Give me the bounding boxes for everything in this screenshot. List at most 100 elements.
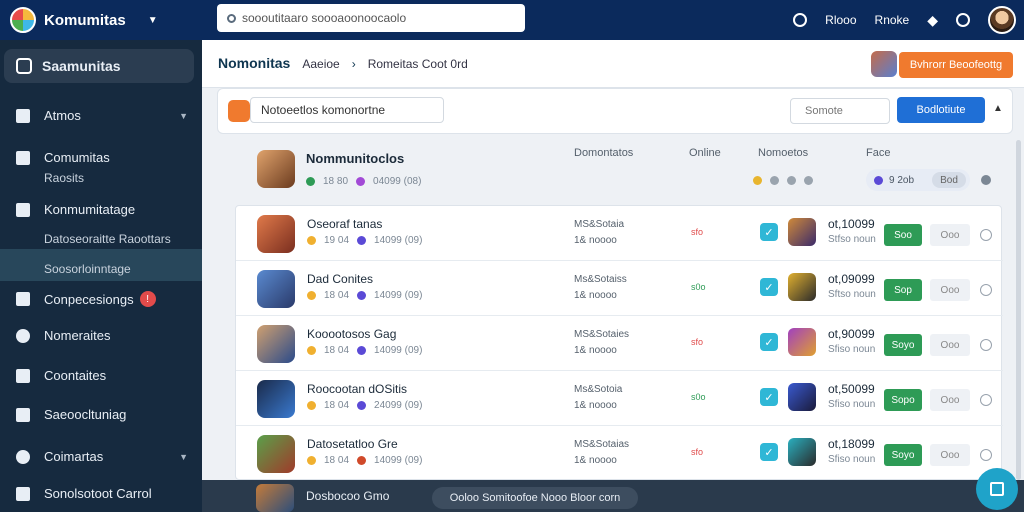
info-icon[interactable] bbox=[981, 175, 991, 185]
breadcrumb-item[interactable]: Romeitas Coot 0rd bbox=[368, 57, 468, 71]
coin-icon bbox=[307, 291, 316, 300]
bell-icon[interactable]: ◆ bbox=[927, 12, 938, 29]
settings-icon bbox=[16, 449, 30, 464]
top-link-2[interactable]: Rnoke bbox=[875, 13, 910, 27]
sidebar-item-label: Atmos bbox=[44, 108, 81, 123]
more-button[interactable]: Ooo bbox=[930, 389, 970, 411]
phone-icon bbox=[16, 407, 30, 422]
sort-select[interactable]: Somote bbox=[790, 98, 890, 124]
column-header-game[interactable]: Nommunitoclos bbox=[306, 151, 404, 166]
scrollbar[interactable] bbox=[1016, 140, 1021, 480]
search-input[interactable] bbox=[242, 11, 502, 25]
chevron-down-icon[interactable]: ▼ bbox=[148, 15, 158, 26]
tools-icon bbox=[16, 202, 30, 217]
apply-button[interactable]: Bodlotiute bbox=[897, 97, 985, 123]
sidebar-item-label: Saeoocltuniag bbox=[44, 407, 127, 422]
gem-icon bbox=[874, 175, 883, 185]
row-desc: Ms&Sotaiss 1& noooo bbox=[574, 272, 627, 304]
coin-icon bbox=[307, 456, 316, 465]
more-button[interactable]: Ooo bbox=[930, 224, 970, 246]
info-icon[interactable] bbox=[793, 13, 808, 27]
brand[interactable]: Komumitas ▼ bbox=[0, 7, 200, 33]
info-icon[interactable] bbox=[980, 394, 992, 406]
row-desc-line: 1& noooo bbox=[574, 455, 617, 466]
breadcrumb: Nomonitas Aaeioe › Romeitas Coot 0rd bbox=[218, 55, 468, 71]
header-meta-value: 04099 (08) bbox=[373, 176, 422, 187]
breadcrumb-item[interactable]: Aaeioe bbox=[302, 57, 339, 71]
community-icon bbox=[16, 58, 32, 74]
game-avatar[interactable] bbox=[871, 51, 897, 77]
check-icon[interactable]: ✓ bbox=[760, 388, 778, 406]
sidebar-item-saeoocltuniag[interactable]: Saeoocltuniag bbox=[0, 407, 202, 422]
table-row[interactable]: Roocootan dOSitis 18 04 24099 (09) Ms&Sot… bbox=[236, 371, 1003, 426]
row-online: sfo bbox=[691, 227, 704, 237]
check-icon[interactable]: ✓ bbox=[760, 333, 778, 351]
help-icon[interactable] bbox=[956, 13, 970, 27]
column-header-members[interactable]: Nomoetos bbox=[758, 147, 808, 159]
member-thumb bbox=[788, 383, 816, 411]
check-icon[interactable]: ✓ bbox=[760, 278, 778, 296]
info-icon[interactable] bbox=[980, 229, 992, 241]
sidebar-item-coontaites[interactable]: Coontaites bbox=[0, 368, 202, 383]
row-meta-count: 18 04 bbox=[324, 290, 350, 301]
bottom-row-name[interactable]: Dosbocoo Gmo bbox=[306, 489, 389, 503]
column-header-price[interactable]: Face bbox=[866, 147, 890, 159]
game-avatar bbox=[257, 325, 295, 363]
info-icon[interactable] bbox=[980, 449, 992, 461]
sidebar-sub-raosits[interactable]: Raosits bbox=[44, 171, 84, 185]
check-icon[interactable]: ✓ bbox=[760, 223, 778, 241]
price-filter-pill[interactable]: 9 2ob Bod bbox=[866, 169, 970, 191]
row-value-main: ot,50099 bbox=[828, 382, 875, 396]
info-icon[interactable] bbox=[980, 284, 992, 296]
row-name[interactable]: Oseoraf tanas bbox=[307, 217, 382, 231]
row-desc-line: 1& noooo bbox=[574, 345, 617, 356]
table-row[interactable]: Oseoraf tanas 19 04 14099 (09) MS&Sotaia 1… bbox=[236, 206, 1003, 261]
row-desc-line: MS&Sotaies bbox=[574, 329, 630, 340]
row-name[interactable]: Kooootosos Gag bbox=[307, 327, 396, 341]
game-avatar bbox=[257, 215, 295, 253]
sidebar-header[interactable]: Saamunitas bbox=[4, 49, 194, 83]
coin-icon bbox=[307, 236, 316, 245]
join-button[interactable]: Soyo bbox=[884, 334, 922, 356]
calendar-icon bbox=[16, 368, 30, 383]
table-row[interactable]: Kooootosos Gag 18 04 14099 (09) MS&Sotaie… bbox=[236, 316, 1003, 371]
sidebar-item-conpecesiongs[interactable]: Conpecesiongs ! bbox=[0, 291, 202, 307]
more-button[interactable]: Ooo bbox=[930, 334, 970, 356]
pill-button[interactable]: Bod bbox=[932, 172, 966, 188]
game-avatar bbox=[257, 270, 295, 308]
sidebar-item-label: Conpecesiongs bbox=[44, 291, 134, 307]
filter-input[interactable] bbox=[250, 97, 444, 123]
sidebar-sub-datoseoraitte[interactable]: Datoseoraitte Raoottars bbox=[44, 232, 171, 246]
row-value-main: ot,18099 bbox=[828, 437, 875, 451]
more-button[interactable]: Ooo bbox=[930, 279, 970, 301]
more-button[interactable]: Ooo bbox=[930, 444, 970, 466]
row-name[interactable]: Roocootan dOSitis bbox=[307, 382, 407, 396]
user-avatar[interactable] bbox=[988, 6, 1016, 34]
create-button[interactable]: Bvhrorr Beoofeottg bbox=[899, 52, 1013, 78]
more-icon[interactable]: ▲ bbox=[993, 103, 1003, 114]
sidebar-item-comumitas[interactable]: Comumitas bbox=[0, 150, 202, 165]
row-name[interactable]: Datosetatloo Gre bbox=[307, 437, 398, 451]
table-row[interactable]: Dad Conites 18 04 14099 (09) Ms&Sotaiss 1&… bbox=[236, 261, 1003, 316]
info-icon[interactable] bbox=[980, 339, 992, 351]
row-name[interactable]: Dad Conites bbox=[307, 272, 373, 286]
sidebar-item-soosorloinntage[interactable]: Soosorloinntage bbox=[44, 262, 131, 276]
join-button[interactable]: Sop bbox=[884, 279, 922, 301]
column-header-online[interactable]: Online bbox=[689, 147, 721, 159]
chat-fab-button[interactable] bbox=[976, 468, 1018, 510]
gem-icon bbox=[357, 236, 367, 245]
search-box[interactable] bbox=[217, 4, 525, 32]
join-button[interactable]: Soyo bbox=[884, 444, 922, 466]
row-value-main: ot,90099 bbox=[828, 327, 875, 341]
sidebar-item-atmos[interactable]: Atmos ▼ bbox=[0, 108, 202, 123]
sidebar-item-coimartas[interactable]: Coimartas ▼ bbox=[0, 449, 202, 464]
table-row[interactable]: Datosetatloo Gre 18 04 14099 (09) MS&Sota… bbox=[236, 426, 1003, 481]
join-button[interactable]: Sopo bbox=[884, 389, 922, 411]
sidebar-item-nomeraites[interactable]: Nomeraites bbox=[0, 328, 202, 343]
join-button[interactable]: Soo bbox=[884, 224, 922, 246]
top-link-1[interactable]: Rlooo bbox=[825, 13, 856, 27]
sidebar-item-konmumitatage[interactable]: Konmumitatage bbox=[0, 202, 202, 217]
sidebar-item-sonolsotoot[interactable]: Sonolsotoot Carrol bbox=[0, 486, 202, 501]
column-header-desc[interactable]: Domontatos bbox=[574, 147, 633, 159]
check-icon[interactable]: ✓ bbox=[760, 443, 778, 461]
